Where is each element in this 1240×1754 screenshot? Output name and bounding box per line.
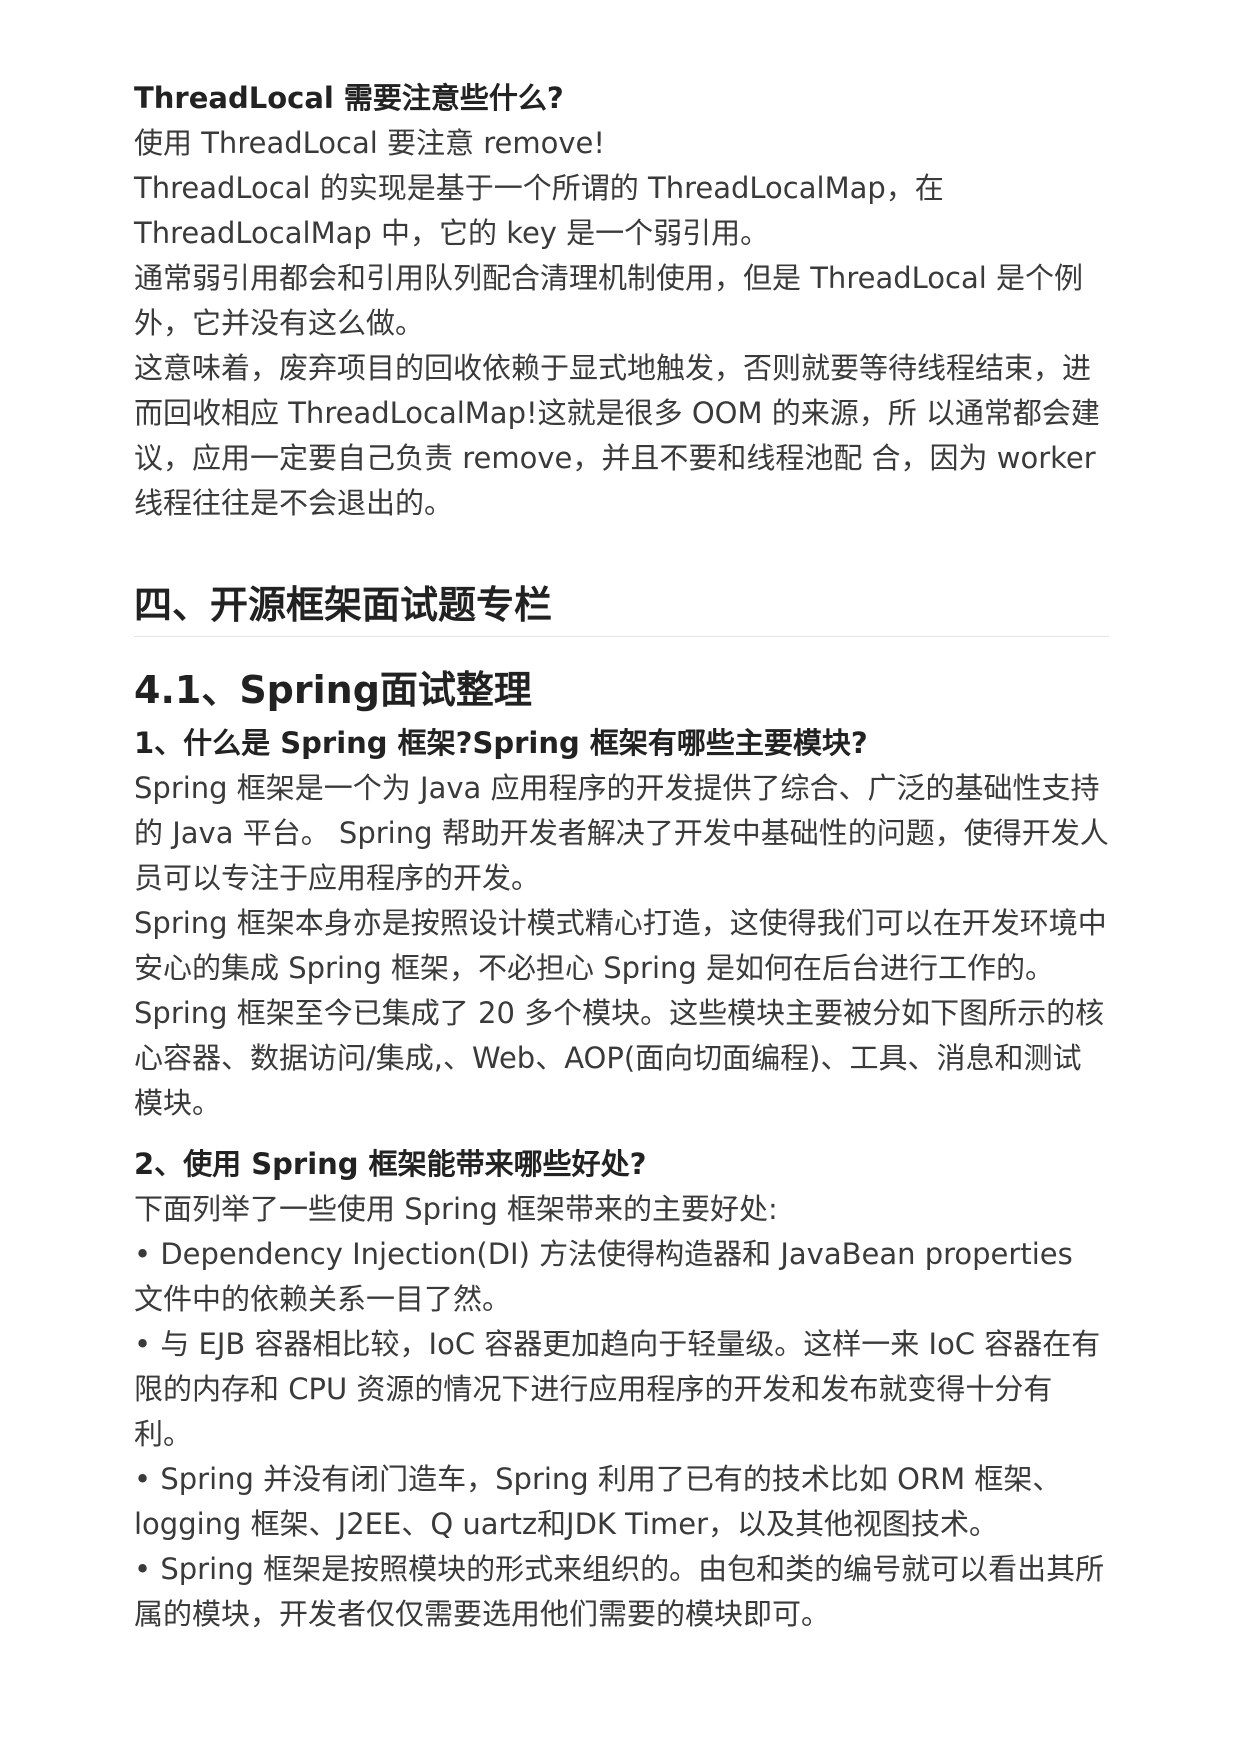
threadlocal-paragraph-4: 这意味着，废弃项目的回收依赖于显式地触发，否则就要等待线程结束，进而回收相应 T… [134, 351, 1100, 520]
document-page: ThreadLocal 需要注意些什么? 使用 ThreadLocal 要注意 … [134, 76, 1109, 1637]
threadlocal-paragraph-1: 使用 ThreadLocal 要注意 remove! [134, 126, 605, 160]
threadlocal-heading: ThreadLocal 需要注意些什么? [134, 81, 564, 115]
question-2-intro: 下面列举了一些使用 Spring 框架带来的主要好处: [134, 1192, 778, 1226]
threadlocal-paragraph-2: ThreadLocal 的实现是基于一个所谓的 ThreadLocalMap，在… [134, 171, 944, 250]
section-title: 四、开源框架面试题专栏 [134, 578, 1109, 637]
benefit-item-2: • 与 EJB 容器相比较，IoC 容器更加趋向于轻量级。这样一来 IoC 容器… [134, 1327, 1101, 1451]
threadlocal-paragraph-3: 通常弱引用都会和引用队列配合清理机制使用，但是 ThreadLocal 是个例外… [134, 261, 1084, 340]
question-1-paragraph-3: Spring 框架至今已集成了 20 多个模块。这些模块主要被分如下图所示的核心… [134, 996, 1105, 1120]
question-1-paragraph-2: Spring 框架本身亦是按照设计模式精心打造，这使得我们可以在开发环境中安心的… [134, 906, 1107, 985]
question-1-heading: 1、什么是 Spring 框架?Spring 框架有哪些主要模块? [134, 726, 868, 760]
benefit-item-4: • Spring 框架是按照模块的形式来组织的。由包和类的编号就可以看出其所属的… [134, 1552, 1105, 1631]
question-2-heading: 2、使用 Spring 框架能带来哪些好处? [134, 1147, 647, 1181]
subsection-title: 4.1、Spring面试整理 [134, 668, 532, 712]
benefit-item-1: • Dependency Injection(DI) 方法使得构造器和 Java… [134, 1237, 1073, 1316]
benefit-item-3: • Spring 并没有闭门造车，Spring 利用了已有的技术比如 ORM 框… [134, 1462, 1062, 1541]
question-1-paragraph-1: Spring 框架是一个为 Java 应用程序的开发提供了综合、广泛的基础性支持… [134, 771, 1109, 895]
